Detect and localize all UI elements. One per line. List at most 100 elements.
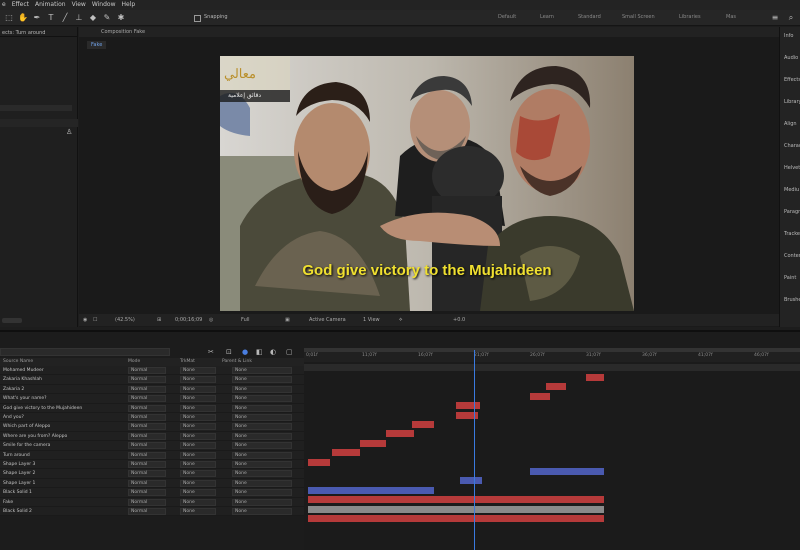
layer-mode-dropdown[interactable]: Normal — [128, 395, 166, 403]
layer-trkmat-dropdown[interactable]: None — [180, 470, 216, 478]
layer-duration-bar[interactable] — [386, 430, 414, 438]
layer-name[interactable]: Smile for the camera — [3, 441, 125, 450]
layer-parent-dropdown[interactable]: None — [232, 404, 292, 412]
resolution-dropdown[interactable]: Full — [241, 314, 250, 326]
layer-name[interactable]: And you? — [3, 413, 125, 422]
column-source-name[interactable]: Source Name — [3, 358, 33, 366]
layer-row[interactable]: Shape Layer 3 Normal None None — [0, 460, 304, 470]
layer-name[interactable]: Zakaria 2 — [3, 385, 125, 394]
layer-parent-dropdown[interactable]: None — [232, 385, 292, 393]
layer-parent-dropdown[interactable]: None — [232, 395, 292, 403]
layer-row[interactable]: Mohamed Mudeer Normal None None — [0, 366, 304, 376]
layer-trkmat-dropdown[interactable]: None — [180, 385, 216, 393]
camera-dropdown[interactable]: Active Camera — [309, 314, 346, 326]
zoom-dropdown[interactable]: (42.5%) — [115, 314, 135, 326]
layer-trkmat-dropdown[interactable]: None — [180, 489, 216, 497]
layer-row[interactable]: Black Solid 2 Normal None None — [0, 507, 304, 517]
layer-trkmat-dropdown[interactable]: None — [180, 508, 216, 515]
right-panel-item[interactable]: Mediu — [784, 187, 799, 193]
layer-row[interactable]: God give victory to the Mujahideen Normal… — [0, 403, 304, 413]
layer-duration-bar[interactable] — [308, 515, 604, 522]
grid-icon[interactable]: ⊞ — [157, 314, 161, 326]
layer-mode-dropdown[interactable]: Normal — [128, 423, 166, 431]
layer-name[interactable]: Which part of Aleppo — [3, 422, 125, 431]
layer-trkmat-dropdown[interactable]: None — [180, 461, 216, 468]
right-panel-item[interactable]: Paint — [784, 275, 796, 281]
layer-name[interactable]: Black Solid 2 — [3, 507, 125, 516]
layer-parent-dropdown[interactable]: None — [232, 479, 292, 487]
layer-parent-dropdown[interactable]: None — [232, 508, 292, 515]
workspace-more[interactable]: Mas — [726, 14, 736, 20]
timeline-search-input[interactable] — [0, 348, 170, 356]
draft-3d-icon[interactable]: ◐ — [270, 348, 276, 356]
right-panel-item[interactable]: Helvet — [784, 165, 800, 171]
puppet-pin-icon[interactable]: ✱ — [116, 13, 126, 23]
layer-row[interactable]: Fake Normal None None — [0, 497, 304, 507]
timecode-display[interactable]: 0;00;16;09 — [175, 314, 202, 326]
column-trkmat[interactable]: TrkMat — [180, 358, 195, 366]
layer-parent-dropdown[interactable]: None — [232, 442, 292, 450]
layer-name[interactable]: Shape Layer 2 — [3, 469, 125, 478]
snapping-checkbox[interactable] — [194, 15, 201, 22]
layer-mode-dropdown[interactable]: Normal — [128, 508, 166, 515]
exposure-value[interactable]: +0.0 — [453, 314, 465, 326]
composition-tab[interactable]: Composition Fake — [79, 27, 779, 37]
layer-name[interactable]: God give victory to the Mujahideen — [3, 404, 125, 413]
composition-breadcrumb[interactable]: Fake — [87, 41, 107, 49]
menu-item-effect[interactable]: Effect — [12, 0, 29, 10]
panel-scrollbar[interactable] — [2, 318, 22, 323]
pen-tool-icon[interactable]: ✒ — [32, 13, 42, 23]
search-icon[interactable]: ⌕ — [786, 13, 796, 23]
rect-select-icon[interactable]: ⬚ — [4, 13, 14, 23]
column-mode[interactable]: Mode — [128, 358, 140, 366]
layer-trkmat-dropdown[interactable]: None — [180, 414, 216, 421]
snapshot-icon[interactable]: ◉ — [83, 314, 87, 326]
layer-duration-bar[interactable] — [332, 449, 360, 457]
layer-trkmat-dropdown[interactable]: None — [180, 442, 216, 450]
layer-mode-dropdown[interactable]: Normal — [128, 498, 166, 506]
layer-duration-bar[interactable] — [586, 374, 604, 381]
layer-name[interactable]: Shape Layer 3 — [3, 460, 125, 469]
layer-row[interactable]: Smile for the camera Normal None None — [0, 441, 304, 451]
region-icon[interactable]: ▣ — [285, 314, 290, 326]
workspace-libraries[interactable]: Libraries — [679, 14, 701, 20]
layer-duration-bar[interactable] — [308, 486, 434, 494]
layer-mode-dropdown[interactable]: Normal — [128, 479, 166, 487]
camera-icon[interactable]: ◎ — [209, 314, 213, 326]
brush-tool-icon[interactable]: ╱ — [60, 13, 70, 23]
layer-name[interactable]: Mohamed Mudeer — [3, 366, 125, 375]
time-ruler[interactable]: 0;01f 11;07f 16;07f 21;07f 26;07f 31;07f 36;07… — [304, 348, 800, 362]
layer-parent-dropdown[interactable]: None — [232, 451, 292, 459]
layer-mode-dropdown[interactable]: Normal — [128, 470, 166, 478]
menu-item-help[interactable]: Help — [122, 0, 136, 10]
layer-duration-bar[interactable] — [460, 477, 482, 485]
layer-parent-dropdown[interactable]: None — [232, 367, 292, 374]
layer-trkmat-dropdown[interactable]: None — [180, 376, 216, 384]
flowchart-icon[interactable]: ♙ — [66, 128, 72, 136]
layer-name[interactable]: What's your name? — [3, 394, 125, 403]
layer-duration-bar[interactable] — [530, 468, 604, 475]
layer-row[interactable]: Black Solid 1 Normal None None — [0, 488, 304, 498]
layer-name[interactable]: Zakaria Khashlah — [3, 375, 125, 384]
right-panel-item[interactable]: Info — [784, 33, 793, 39]
playhead[interactable] — [474, 350, 475, 550]
layer-trkmat-dropdown[interactable]: None — [180, 395, 216, 403]
layer-name[interactable]: Fake — [3, 498, 125, 507]
right-panel-item[interactable]: Effects — [784, 77, 800, 83]
workspace-learn[interactable]: Learn — [540, 14, 554, 20]
motion-blur-icon[interactable]: ● — [242, 348, 248, 356]
menu-item-window[interactable]: Window — [92, 0, 116, 10]
layer-row[interactable]: Which part of Aleppo Normal None None — [0, 422, 304, 432]
eraser-tool-icon[interactable]: ◆ — [88, 13, 98, 23]
layer-row[interactable]: Where are you from? Aleppo Normal None None — [0, 431, 304, 442]
workspace-small-screen[interactable]: Small Screen — [622, 14, 655, 20]
layer-trkmat-dropdown[interactable]: None — [180, 451, 216, 459]
layer-trkmat-dropdown[interactable]: None — [180, 404, 216, 412]
right-panel-item[interactable]: Tracker — [784, 231, 800, 237]
layer-name[interactable]: Where are you from? Aleppo — [3, 432, 125, 441]
menu-item-animation[interactable]: Animation — [35, 0, 66, 10]
right-panel-item[interactable]: Audio — [784, 55, 798, 61]
layer-mode-dropdown[interactable]: Normal — [128, 432, 166, 440]
layer-row[interactable]: Turn around Normal None None — [0, 450, 304, 460]
roto-brush-icon[interactable]: ✎ — [102, 13, 112, 23]
